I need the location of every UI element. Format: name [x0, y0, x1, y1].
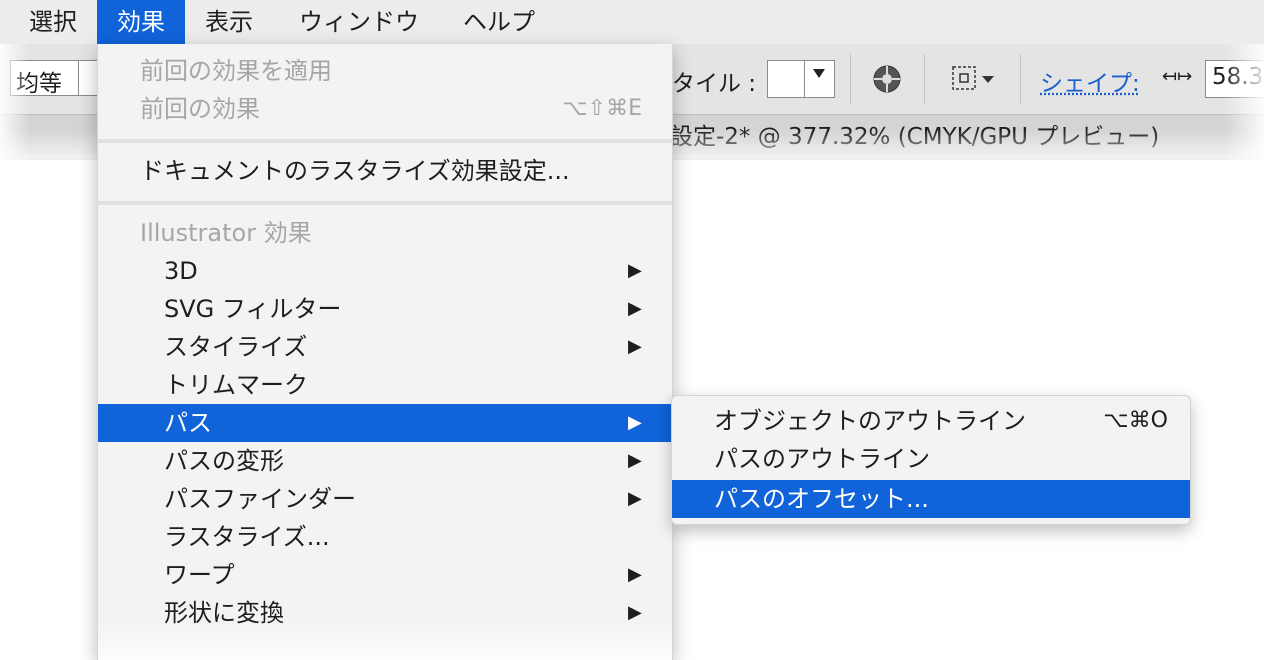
submenu-arrow-icon: ▶ [628, 602, 642, 623]
menu-item-label: ラスタライズ... [164, 523, 330, 551]
submenu-item-outline-object[interactable]: オブジェクトのアウトライン ⌥⌘O [672, 402, 1190, 440]
document-tab-title: 設定-2* @ 377.32% (CMYK/GPU プレビュー) [670, 124, 1160, 150]
menu-item-3d[interactable]: 3D ▶ [98, 252, 672, 290]
width-input-value: 58.3 [1212, 64, 1264, 90]
menu-item-last-effect[interactable]: 前回の効果 ⌥⇧⌘E [98, 90, 672, 128]
submenu-arrow-icon: ▶ [628, 564, 642, 585]
menu-item-label: ワープ [164, 561, 235, 589]
menu-effect[interactable]: 効果 [97, 0, 185, 44]
submenu-arrow-icon: ▶ [628, 298, 642, 319]
menu-separator [98, 201, 672, 205]
menu-item-stylize[interactable]: スタイライズ ▶ [98, 328, 672, 366]
menu-section-header: Illustrator 効果 [98, 214, 672, 252]
menu-item-distort-transform[interactable]: パスの変形 ▶ [98, 442, 672, 480]
menu-item-rasterize[interactable]: ラスタライズ... [98, 518, 672, 556]
toolbar-separator [1020, 54, 1021, 104]
menu-item-convert-to-shape[interactable]: 形状に変換 ▶ [98, 594, 672, 632]
align-selection-icon[interactable] [950, 64, 978, 92]
menu-item-label: 前回の効果を適用 [140, 57, 332, 85]
menu-item-label: 前回の効果 [140, 95, 260, 123]
menu-item-label: 3D [164, 257, 198, 285]
submenu-arrow-icon: ▶ [628, 450, 642, 471]
submenu-arrow-icon: ▶ [628, 336, 642, 357]
recolor-artwork-icon[interactable] [872, 64, 902, 94]
menu-item-label: パス [164, 409, 212, 437]
menu-item-label: オブジェクトのアウトライン [714, 407, 1026, 435]
chevron-down-icon [813, 69, 825, 78]
menu-item-document-raster-settings[interactable]: ドキュメントのラスタライズ効果設定... [98, 152, 672, 190]
submenu-arrow-icon: ▶ [628, 488, 642, 509]
submenu-item-outline-stroke[interactable]: パスのアウトライン [672, 440, 1190, 478]
toolbar-separator [850, 54, 851, 104]
menu-item-shortcut: ⌥⌘O [1103, 408, 1168, 433]
toolbar-separator [924, 54, 925, 104]
submenu-item-offset-path[interactable]: パスのオフセット... [672, 480, 1190, 518]
menu-item-trim-marks[interactable]: トリムマーク [98, 366, 672, 404]
submenu-arrow-icon: ▶ [628, 260, 642, 281]
menu-item-label: ドキュメントのラスタライズ効果設定... [140, 157, 570, 185]
menu-item-label: パスのアウトライン [714, 445, 930, 473]
menu-item-apply-last-effect[interactable]: 前回の効果を適用 [98, 52, 672, 90]
menu-item-label: 形状に変換 [164, 599, 284, 627]
menu-item-path[interactable]: パス ▶ [98, 404, 672, 442]
width-icon: ↤↦ [1162, 66, 1193, 87]
menu-item-svg-filter[interactable]: SVG フィルター ▶ [98, 290, 672, 328]
menu-item-label: SVG フィルター [164, 295, 342, 323]
menu-item-label: スタイライズ [164, 333, 308, 361]
menu-item-label: パスファインダー [164, 485, 356, 513]
menu-item-label: パスのオフセット... [714, 485, 929, 513]
submenu-arrow-icon: ▶ [628, 412, 642, 433]
style-swatch-divider [804, 61, 805, 97]
menu-window[interactable]: ウィンドウ [284, 0, 434, 44]
menu-item-label: トリムマーク [164, 371, 308, 399]
menu-view[interactable]: 表示 [190, 0, 268, 44]
path-submenu: オブジェクトのアウトライン ⌥⌘O パスのアウトライン パスのオフセット... [671, 395, 1191, 525]
style-label: タイル : [672, 71, 757, 97]
menu-item-warp[interactable]: ワープ ▶ [98, 556, 672, 594]
dropdown-divider [78, 60, 79, 96]
menu-item-shortcut: ⌥⇧⌘E [562, 96, 642, 121]
menu-section-label: Illustrator 効果 [140, 219, 312, 247]
style-swatch-dropdown[interactable] [767, 60, 835, 98]
menu-item-label: パスの変形 [164, 447, 284, 475]
menu-bar: 選択 効果 表示 ウィンドウ ヘルプ [0, 0, 1264, 44]
shape-link[interactable]: シェイプ: [1040, 64, 1140, 98]
effect-menu: 前回の効果を適用 前回の効果 ⌥⇧⌘E ドキュメントのラスタライズ効果設定...… [97, 44, 673, 660]
menu-help[interactable]: ヘルプ [448, 0, 550, 44]
menu-item-pathfinder[interactable]: パスファインダー ▶ [98, 480, 672, 518]
profile-dropdown-value: 均等 [16, 71, 62, 97]
menu-select[interactable]: 選択 [14, 0, 92, 44]
menu-separator [98, 139, 672, 143]
chevron-down-icon[interactable] [982, 76, 994, 83]
